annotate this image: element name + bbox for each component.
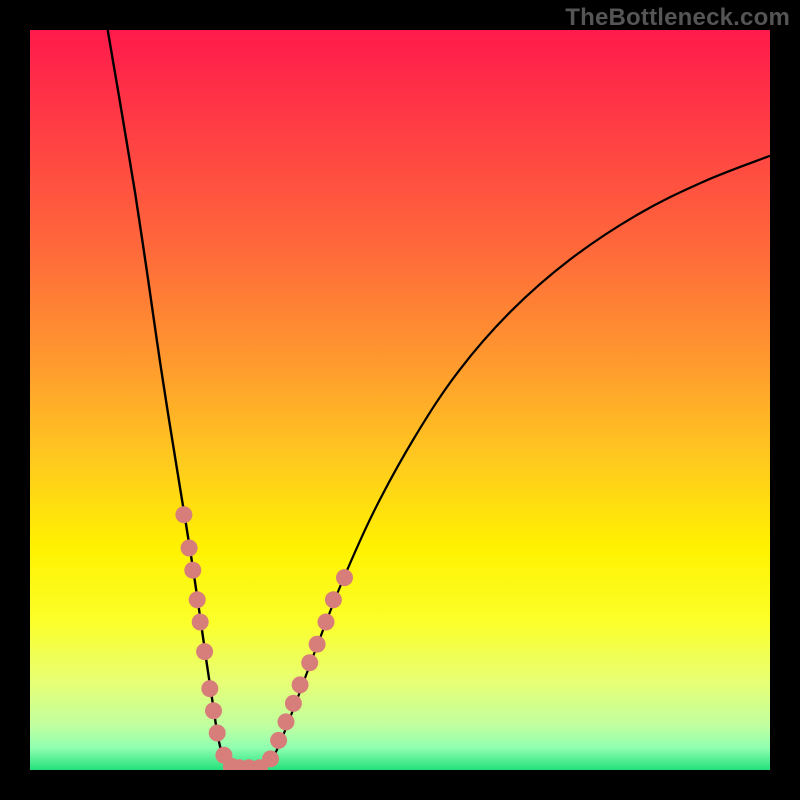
data-dot [181,540,198,557]
data-dot [301,654,318,671]
outer-frame: TheBottleneck.com [0,0,800,800]
data-dot [209,725,226,742]
data-dot [262,750,279,767]
data-dot [309,636,326,653]
data-dot [325,591,342,608]
left-curve [108,30,235,770]
data-dot [205,702,222,719]
data-dot [184,562,201,579]
data-dot [196,643,213,660]
data-dot [201,680,218,697]
data-dot [175,506,192,523]
chart-area [30,30,770,770]
data-dot [285,695,302,712]
data-dot [278,713,295,730]
data-dot [189,591,206,608]
watermark-text: TheBottleneck.com [565,4,790,32]
data-dot [192,614,209,631]
chart-overlay [30,30,770,770]
data-dot [292,676,309,693]
data-dot [270,732,287,749]
data-dot [318,614,335,631]
data-dot [336,569,353,586]
right-curve [234,156,770,770]
